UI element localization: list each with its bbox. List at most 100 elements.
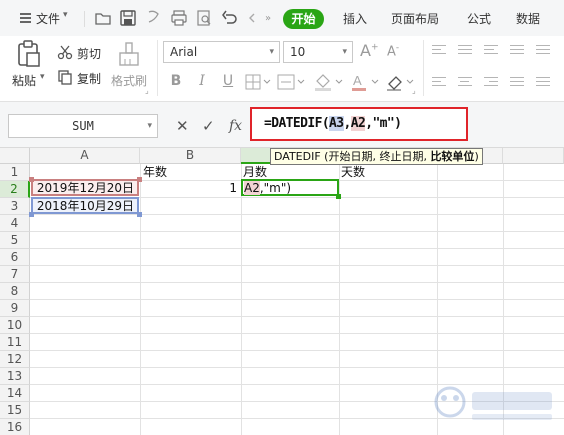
tab-home[interactable]: 开始 <box>283 9 324 29</box>
row-header[interactable]: 16 <box>0 419 30 435</box>
align-top-icon[interactable] <box>432 45 446 57</box>
align-middle-icon[interactable] <box>458 45 472 57</box>
redo-icon[interactable] <box>246 8 264 28</box>
formula-input[interactable]: =DATEDIF(A3,A2,"m") <box>250 107 468 141</box>
row-header[interactable]: 8 <box>0 283 30 300</box>
cell-b2[interactable]: 1 <box>141 180 239 197</box>
format-painter-button[interactable]: 格式刷 <box>111 72 147 89</box>
grid-line <box>30 299 564 300</box>
spreadsheet-grid[interactable]: A B 1 2 3 4 5 6 7 8 9 10 11 12 13 14 15 … <box>0 148 564 435</box>
justify-icon[interactable] <box>510 77 524 89</box>
row-header[interactable]: 12 <box>0 351 30 368</box>
cut-button[interactable]: 剪切 <box>77 45 101 62</box>
rotate-text-icon[interactable] <box>510 45 524 57</box>
bold-button[interactable]: B <box>167 71 185 91</box>
select-all-corner[interactable] <box>0 148 30 164</box>
align-bottom-icon[interactable] <box>484 45 498 57</box>
output-as-pdf-icon[interactable] <box>145 8 163 28</box>
print-icon[interactable] <box>170 8 188 28</box>
cancel-icon[interactable]: ✕ <box>176 116 189 136</box>
cell-b1[interactable]: 年数 <box>143 164 167 181</box>
name-box[interactable]: SUM ▾ <box>8 114 158 138</box>
align-center-icon[interactable] <box>458 77 472 89</box>
formula-suffix: ,"m") <box>365 116 402 131</box>
column-header-a[interactable]: A <box>30 148 140 164</box>
formula-ref-a2: A2 <box>350 116 366 131</box>
clear-format-icon[interactable] <box>385 72 415 92</box>
range-handle[interactable] <box>29 212 34 217</box>
decrease-font-icon[interactable]: A- <box>387 43 399 59</box>
tab-page-layout[interactable]: 页面布局 <box>391 10 439 28</box>
fill-handle[interactable] <box>336 194 341 199</box>
font-color-icon[interactable]: A <box>350 72 380 92</box>
row-header[interactable]: 11 <box>0 334 30 351</box>
watermark-logo <box>434 386 552 420</box>
menu-bar: 文件 ▾ » 开始 插入 页面布局 公式 数据 <box>0 0 564 36</box>
tab-formulas[interactable]: 公式 <box>467 10 491 28</box>
row-header[interactable]: 1 <box>0 164 30 181</box>
file-menu[interactable]: 文件 <box>36 10 60 28</box>
align-right-icon[interactable] <box>484 77 498 89</box>
font-launcher-icon[interactable]: ⌟ <box>412 86 416 95</box>
range-handle[interactable] <box>137 177 142 182</box>
print-preview-icon[interactable] <box>195 8 213 28</box>
save-icon[interactable] <box>119 8 137 28</box>
undo-icon[interactable] <box>221 8 239 28</box>
indent-icon[interactable] <box>536 45 550 57</box>
border-icon[interactable] <box>245 74 271 90</box>
hamburger-icon[interactable] <box>20 13 31 23</box>
range-handle[interactable] <box>29 177 34 182</box>
cell-formula-rest: ,"m") <box>259 181 292 195</box>
row-header[interactable]: 2 <box>0 181 30 198</box>
cell-d1[interactable]: 天数 <box>341 164 365 181</box>
open-folder-icon[interactable] <box>94 8 112 28</box>
paste-button[interactable]: 粘贴 <box>12 72 36 89</box>
formula-comma: , <box>343 116 352 131</box>
paste-chevron-icon[interactable]: ▾ <box>40 72 45 82</box>
copy-icon[interactable] <box>57 69 73 85</box>
cell-a2[interactable]: 2019年12月20日 <box>31 179 139 196</box>
font-size-select[interactable]: 10 ▾ <box>283 41 353 63</box>
insert-function-icon[interactable]: fx <box>229 116 242 136</box>
confirm-icon[interactable]: ✓ <box>202 116 215 136</box>
tab-data[interactable]: 数据 <box>516 10 540 28</box>
scissors-icon[interactable] <box>57 44 73 60</box>
increase-font-icon[interactable]: A+ <box>360 41 379 60</box>
tooltip-bold-arg: 比较单位 <box>430 150 475 163</box>
row-header[interactable]: 4 <box>0 215 30 232</box>
row-header[interactable]: 14 <box>0 385 30 402</box>
row-header[interactable]: 3 <box>0 198 30 215</box>
grid-line <box>30 350 564 351</box>
row-header[interactable]: 5 <box>0 232 30 249</box>
more-chevron-icon[interactable]: » <box>265 10 271 28</box>
row-header[interactable]: 15 <box>0 402 30 419</box>
align-left-icon[interactable] <box>432 77 446 89</box>
row-header[interactable]: 9 <box>0 300 30 317</box>
merge-cells-icon[interactable] <box>277 74 305 90</box>
font-name-value: Arial <box>170 45 198 59</box>
chevron-down-icon: ▾ <box>342 47 347 57</box>
row-header[interactable]: 13 <box>0 368 30 385</box>
formula-ref-a3: A3 <box>329 116 344 131</box>
underline-button[interactable]: U <box>219 71 237 91</box>
grid-line <box>30 214 564 215</box>
chevron-down-icon[interactable]: ▾ <box>63 10 68 20</box>
clipboard-launcher-icon[interactable]: ⌟ <box>145 86 149 95</box>
cell-a3[interactable]: 2018年10月29日 <box>31 197 139 214</box>
column-header-f[interactable] <box>503 148 564 164</box>
italic-button[interactable]: I <box>193 71 211 91</box>
row-header[interactable]: 10 <box>0 317 30 334</box>
cell-c2-editing[interactable]: A2,"m") <box>241 179 339 196</box>
fill-color-icon[interactable] <box>313 72 343 92</box>
paste-icon[interactable] <box>16 40 42 68</box>
distributed-icon[interactable] <box>536 77 550 89</box>
copy-button[interactable]: 复制 <box>77 70 101 87</box>
chevron-down-icon: ▾ <box>269 47 274 57</box>
range-handle[interactable] <box>137 212 142 217</box>
row-header[interactable]: 6 <box>0 249 30 266</box>
font-name-select[interactable]: Arial ▾ <box>163 41 280 63</box>
format-painter-icon[interactable] <box>117 41 141 69</box>
tab-insert[interactable]: 插入 <box>343 10 367 28</box>
column-header-b[interactable]: B <box>140 148 241 164</box>
row-header[interactable]: 7 <box>0 266 30 283</box>
